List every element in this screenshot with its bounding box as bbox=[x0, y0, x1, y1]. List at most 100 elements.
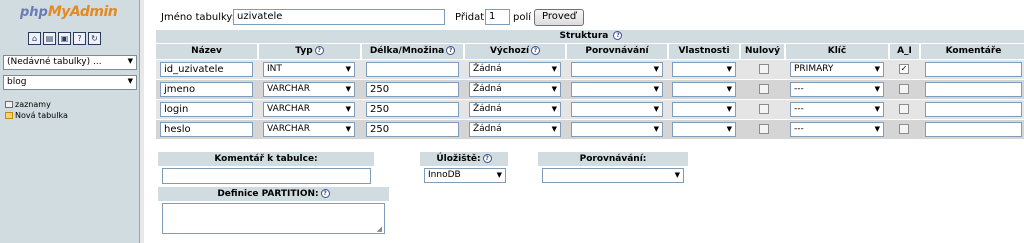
field-length-input[interactable]: 250 bbox=[366, 102, 459, 117]
nav-icon-bar: ⌂ ▤ ▣ ? ↻ bbox=[28, 32, 101, 45]
col-header-type: Typ? bbox=[259, 44, 360, 59]
chevron-down-icon: ▼ bbox=[345, 65, 351, 73]
field-ai-checkbox[interactable] bbox=[899, 104, 909, 114]
sql-icon[interactable]: ▤ bbox=[43, 32, 56, 45]
field-name-input[interactable]: heslo bbox=[160, 122, 253, 137]
field-attributes-select[interactable]: ▼ bbox=[672, 122, 736, 137]
field-default-select[interactable]: Žádná ▼ bbox=[469, 102, 561, 117]
chevron-down-icon: ▼ bbox=[496, 171, 502, 179]
structure-title-text: Struktura bbox=[559, 31, 609, 41]
recent-tables-select[interactable]: (Nedávné tabulky) ... ▼ bbox=[3, 55, 137, 70]
help-icon[interactable]: ? bbox=[446, 46, 456, 55]
help-icon[interactable]: ? bbox=[314, 46, 324, 55]
chevron-down-icon: ▼ bbox=[551, 105, 557, 113]
reload-icon[interactable]: ↻ bbox=[88, 32, 101, 45]
field-collation-select[interactable]: ▼ bbox=[571, 62, 663, 77]
storage-value: InnoDB bbox=[428, 170, 461, 180]
field-key-select[interactable]: --- ▼ bbox=[790, 82, 884, 97]
collation-header: Porovnávání: bbox=[538, 152, 688, 166]
chevron-down-icon: ▼ bbox=[874, 85, 880, 93]
field-collation-select[interactable]: ▼ bbox=[571, 82, 663, 97]
col-header-default: Výchozí? bbox=[465, 44, 565, 59]
field-default-select[interactable]: Žádná ▼ bbox=[469, 82, 561, 97]
col-header-collation-text: Porovnávání bbox=[585, 46, 649, 56]
resize-grip-icon[interactable]: ◢ bbox=[377, 225, 382, 233]
field-name-input[interactable]: login bbox=[160, 102, 253, 117]
help-icon[interactable]: ? bbox=[613, 31, 623, 40]
field-ai-checkbox[interactable]: ✓ bbox=[899, 64, 909, 74]
field-length-input[interactable]: 250 bbox=[366, 122, 459, 137]
collation-select[interactable]: ▼ bbox=[542, 168, 684, 183]
col-header-attributes-text: Vlastnosti bbox=[678, 46, 730, 56]
field-null-checkbox[interactable] bbox=[759, 64, 769, 74]
field-type-select[interactable]: VARCHAR ▼ bbox=[263, 102, 355, 117]
chevron-down-icon: ▼ bbox=[345, 125, 351, 133]
col-header-default-text: Výchozí bbox=[489, 46, 530, 56]
recent-tables-value: (Nedávné tabulky) ... bbox=[7, 57, 102, 67]
add-fields-suffix: polí bbox=[513, 12, 532, 23]
field-default-value: Žádná bbox=[473, 64, 502, 74]
field-name-input[interactable]: jmeno bbox=[160, 82, 253, 97]
field-null-checkbox[interactable] bbox=[759, 104, 769, 114]
nav-new-table[interactable]: Nová tabulka bbox=[5, 110, 68, 121]
field-type-select[interactable]: INT ▼ bbox=[263, 62, 355, 77]
field-comment-input[interactable] bbox=[925, 82, 1022, 97]
col-header-attributes: Vlastnosti bbox=[669, 44, 739, 59]
field-null-checkbox[interactable] bbox=[759, 124, 769, 134]
storage-label: Úložiště: bbox=[436, 154, 481, 164]
docs-icon[interactable]: ? bbox=[73, 32, 86, 45]
frame-divider[interactable] bbox=[140, 0, 144, 243]
field-length-input[interactable] bbox=[366, 62, 459, 77]
table-row: jmeno VARCHAR ▼ 250 Žádná ▼ ▼ ▼ --- ▼ bbox=[156, 80, 1024, 99]
chevron-down-icon: ▼ bbox=[674, 171, 680, 179]
phpmyadmin-logo[interactable]: phpMyAdmin bbox=[20, 4, 118, 26]
table-icon bbox=[5, 101, 13, 108]
field-collation-select[interactable]: ▼ bbox=[571, 102, 663, 117]
field-key-select[interactable]: PRIMARY ▼ bbox=[790, 62, 884, 77]
field-comment-input[interactable] bbox=[925, 102, 1022, 117]
add-fields-count-input[interactable]: 1 bbox=[485, 9, 510, 25]
field-key-value: PRIMARY bbox=[794, 64, 834, 74]
field-type-select[interactable]: VARCHAR ▼ bbox=[263, 82, 355, 97]
chevron-down-icon: ▼ bbox=[653, 125, 659, 133]
partition-textarea[interactable]: ◢ bbox=[162, 203, 385, 234]
database-value: blog bbox=[7, 77, 27, 87]
field-attributes-select[interactable]: ▼ bbox=[672, 102, 736, 117]
go-button[interactable]: Proveď bbox=[534, 9, 585, 26]
field-collation-select[interactable]: ▼ bbox=[571, 122, 663, 137]
structure-title: Struktura ? bbox=[156, 30, 1024, 43]
field-name-input[interactable]: id_uzivatele bbox=[160, 62, 253, 77]
table-name-input[interactable]: uzivatele bbox=[233, 9, 445, 25]
nav-table-zaznamy[interactable]: zaznamy bbox=[5, 99, 68, 110]
add-fields-label: Přidat bbox=[455, 12, 485, 23]
field-comment-input[interactable] bbox=[925, 62, 1022, 77]
query-window-icon[interactable]: ▣ bbox=[58, 32, 71, 45]
col-header-null: Nulový bbox=[741, 44, 784, 59]
chevron-down-icon: ▼ bbox=[874, 105, 880, 113]
field-default-select[interactable]: Žádná ▼ bbox=[469, 62, 561, 77]
field-ai-checkbox[interactable] bbox=[899, 84, 909, 94]
database-select[interactable]: blog ▼ bbox=[3, 75, 137, 90]
help-icon[interactable]: ? bbox=[320, 189, 330, 198]
table-comment-input[interactable] bbox=[162, 168, 371, 184]
field-key-select[interactable]: --- ▼ bbox=[790, 122, 884, 137]
field-key-value: --- bbox=[794, 84, 804, 94]
storage-select[interactable]: InnoDB ▼ bbox=[424, 168, 506, 183]
field-attributes-select[interactable]: ▼ bbox=[672, 82, 736, 97]
home-icon[interactable]: ⌂ bbox=[28, 32, 41, 45]
field-default-select[interactable]: Žádná ▼ bbox=[469, 122, 561, 137]
field-type-select[interactable]: VARCHAR ▼ bbox=[263, 122, 355, 137]
help-icon[interactable]: ? bbox=[482, 154, 492, 163]
field-length-input[interactable]: 250 bbox=[366, 82, 459, 97]
field-attributes-select[interactable]: ▼ bbox=[672, 62, 736, 77]
help-icon[interactable]: ? bbox=[531, 46, 541, 55]
col-header-ai-text: A_I bbox=[897, 46, 912, 56]
field-ai-checkbox[interactable] bbox=[899, 124, 909, 134]
collation-label: Porovnávání: bbox=[579, 154, 647, 164]
logo-php: php bbox=[20, 5, 48, 20]
table-name-bar: Jméno tabulky: uzivatele Přidat 1 polí P… bbox=[156, 9, 596, 27]
field-type-value: VARCHAR bbox=[267, 84, 311, 94]
field-key-select[interactable]: --- ▼ bbox=[790, 102, 884, 117]
field-null-checkbox[interactable] bbox=[759, 84, 769, 94]
field-comment-input[interactable] bbox=[925, 122, 1022, 137]
